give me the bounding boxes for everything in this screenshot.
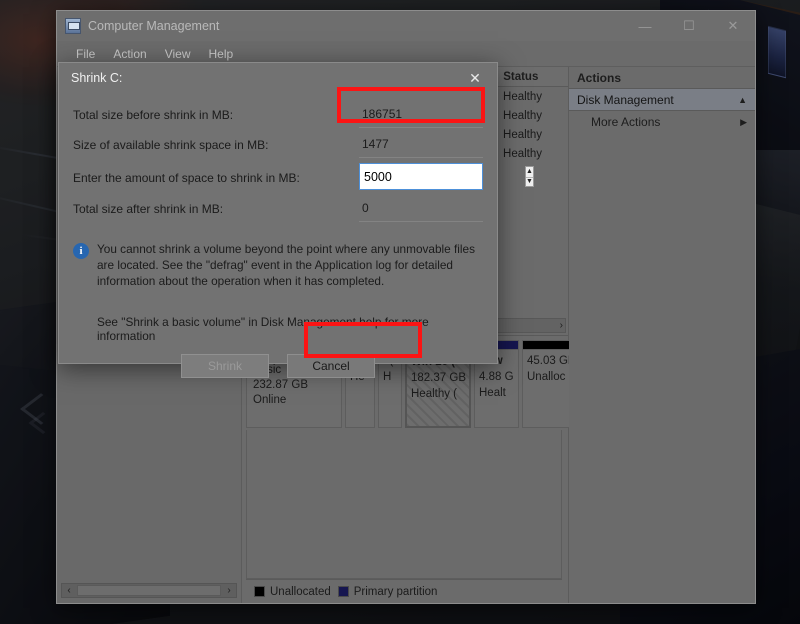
window-title: Computer Management	[88, 19, 220, 33]
menu-view[interactable]: View	[156, 45, 200, 63]
info-message-text: You cannot shrink a volume beyond the po…	[97, 242, 475, 288]
dialog-title: Shrink C:	[71, 71, 123, 85]
chevron-up-icon[interactable]: ▲	[738, 95, 747, 105]
scroll-right-icon[interactable]: ›	[222, 585, 236, 596]
label-total-size-after: Total size after shrink in MB:	[73, 202, 224, 216]
actions-item-more-actions[interactable]: More Actions ▶	[569, 111, 755, 133]
legend-item-unallocated: Unallocated	[254, 586, 331, 598]
tree-horizontal-scrollbar[interactable]: ‹ ›	[61, 583, 237, 598]
close-button[interactable]: ✕	[711, 11, 755, 41]
scroll-right-icon[interactable]: ›	[560, 320, 563, 331]
minimize-button[interactable]: —	[623, 11, 667, 41]
value-total-size-before: 186751	[359, 103, 483, 128]
shrink-amount-input-box[interactable]: ▲ ▼	[359, 163, 534, 190]
actions-header: Actions	[569, 67, 755, 89]
dialog-body: Total size before shrink in MB: 186751 S…	[59, 93, 534, 343]
partition-size: 45.03 GB	[527, 355, 576, 367]
spinner-up-icon[interactable]: ▲	[526, 167, 533, 177]
scrollbar-thumb[interactable]	[77, 585, 221, 596]
value-total-size-after: 0	[359, 197, 483, 222]
field-row-shrink-amount: Enter the amount of space to shrink in M…	[73, 163, 534, 197]
scroll-left-icon[interactable]: ‹	[62, 585, 76, 596]
column-header-status[interactable]: Status	[497, 67, 568, 86]
menu-file[interactable]: File	[67, 45, 104, 63]
spinner-buttons[interactable]: ▲ ▼	[525, 166, 534, 187]
info-message: i You cannot shrink a volume beyond the …	[73, 241, 483, 289]
shrink-amount-spinner[interactable]: ▲ ▼	[359, 163, 534, 190]
actions-group-label: Disk Management	[577, 92, 674, 107]
value-available-shrink-space: 1477	[359, 133, 483, 158]
field-row-total-after: Total size after shrink in MB: 0	[73, 197, 483, 227]
info-icon: i	[73, 243, 89, 259]
partition-legend: Unallocated Primary partition	[246, 579, 562, 603]
actions-group-disk-management[interactable]: Disk Management ▲	[569, 89, 755, 111]
window-controls: — ☐ ✕	[623, 11, 755, 41]
disk-state: Online	[253, 394, 287, 406]
graph-empty-area	[246, 430, 562, 579]
cell-status: Healthy	[503, 147, 543, 160]
shrink-volume-dialog: Shrink C: ✕ Total size before shrink in …	[58, 62, 534, 378]
shrink-amount-input[interactable]	[360, 164, 525, 189]
window-titlebar: Computer Management — ☐ ✕	[57, 11, 755, 41]
computer-management-icon	[65, 18, 81, 34]
actions-pane: Actions Disk Management ▲ More Actions ▶	[569, 67, 755, 603]
dialog-footer: Shrink Cancel	[59, 343, 497, 389]
dialog-close-icon[interactable]: ✕	[457, 63, 493, 93]
label-total-size-before: Total size before shrink in MB:	[73, 108, 234, 122]
maximize-button[interactable]: ☐	[667, 11, 711, 41]
legend-swatch-primary	[337, 586, 349, 597]
chevron-right-icon[interactable]: ▶	[740, 117, 747, 128]
cell-status: Healthy	[503, 90, 543, 103]
cancel-button[interactable]: Cancel	[287, 354, 375, 378]
help-note-text: See "Shrink a basic volume" in Disk Mana…	[97, 315, 429, 343]
actions-item-label: More Actions	[591, 115, 661, 129]
cell-status: Healthy	[503, 109, 543, 122]
shrink-button[interactable]: Shrink	[181, 354, 269, 378]
menu-action[interactable]: Action	[104, 45, 155, 63]
label-available-shrink-space: Size of available shrink space in MB:	[73, 138, 269, 152]
field-row-total-before: Total size before shrink in MB: 186751	[73, 103, 483, 133]
menu-help[interactable]: Help	[200, 45, 243, 63]
legend-swatch-unallocated	[254, 586, 265, 597]
legend-label-unallocated: Unallocated	[270, 585, 331, 598]
label-shrink-amount: Enter the amount of space to shrink in M…	[73, 171, 300, 185]
spinner-down-icon[interactable]: ▼	[526, 176, 533, 187]
partition-status: Unalloc	[527, 371, 566, 383]
legend-item-primary: Primary partition	[337, 585, 438, 598]
legend-label-primary: Primary partition	[353, 585, 438, 598]
dialog-titlebar: Shrink C: ✕	[59, 63, 497, 93]
field-row-available: Size of available shrink space in MB: 14…	[73, 133, 483, 163]
cell-status: Healthy	[503, 128, 543, 141]
